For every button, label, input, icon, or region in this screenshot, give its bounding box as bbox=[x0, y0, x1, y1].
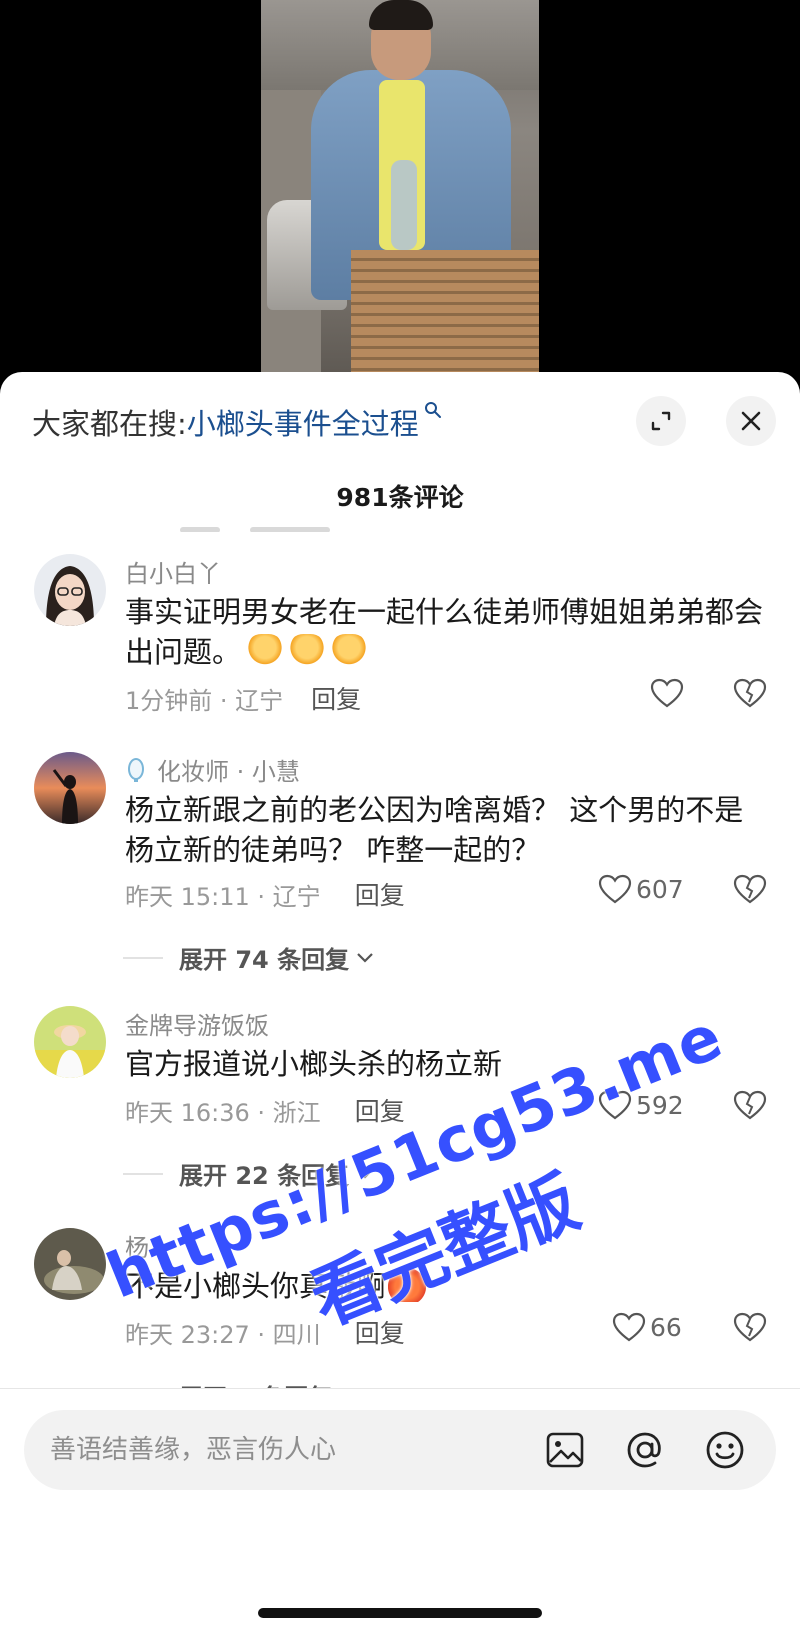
comment-username-text: 化妆师 · 小慧 bbox=[157, 758, 300, 786]
pray-emoji-icon bbox=[247, 634, 284, 668]
expand-divider bbox=[123, 956, 163, 959]
comment-time-location: 1分钟前 · 辽宁 bbox=[125, 686, 284, 715]
comment-meta: 1分钟前 · 辽宁 回复 bbox=[125, 680, 361, 716]
chevron-down-icon bbox=[357, 1168, 373, 1179]
video-bottle bbox=[391, 160, 417, 250]
home-indicator[interactable] bbox=[258, 1608, 542, 1618]
pray-emoji-icon bbox=[331, 634, 368, 668]
mirror-badge-icon bbox=[128, 757, 144, 782]
comment-body: 事实证明男女老在一起什么徒弟师傅姐姐弟弟都会出问题。 bbox=[125, 595, 764, 669]
like-button[interactable]: 592 bbox=[598, 1090, 684, 1120]
expand-replies-label: 展开 22 条回复 bbox=[179, 1162, 350, 1190]
comment-meta: 昨天 16:36 · 浙江 回复 bbox=[125, 1092, 405, 1128]
video-person-hair bbox=[369, 0, 433, 30]
expand-replies-button[interactable]: 展开 22 条回复 bbox=[123, 1156, 375, 1191]
broken-heart-icon[interactable] bbox=[733, 1312, 767, 1342]
comment-time-location: 昨天 16:36 · 浙江 bbox=[125, 1098, 321, 1127]
bottom-divider bbox=[0, 1388, 800, 1389]
comment-body: 不是小榔头你真敲啊 bbox=[125, 1269, 387, 1303]
broken-heart-icon[interactable] bbox=[733, 1090, 767, 1120]
comment-meta: 昨天 23:27 · 四川 回复 bbox=[125, 1314, 405, 1350]
expand-icon bbox=[651, 411, 671, 431]
like-button[interactable] bbox=[650, 678, 688, 708]
heart-icon bbox=[598, 874, 632, 904]
broken-heart-icon[interactable] bbox=[733, 678, 767, 708]
like-button[interactable]: 607 bbox=[598, 874, 684, 904]
fullscreen-button[interactable] bbox=[636, 396, 686, 446]
comment-username[interactable]: 金牌导游饭饭 bbox=[125, 1006, 269, 1041]
reply-button[interactable]: 回复 bbox=[311, 680, 361, 716]
broken-heart-icon[interactable] bbox=[733, 874, 767, 904]
expand-replies-label: 展开 74 条回复 bbox=[179, 946, 350, 974]
comment-meta: 昨天 15:11 · 辽宁 回复 bbox=[125, 876, 405, 912]
chevron-down-icon bbox=[357, 952, 373, 963]
heart-icon bbox=[650, 678, 684, 708]
reply-button[interactable]: 回复 bbox=[355, 1092, 405, 1128]
like-count: 66 bbox=[650, 1312, 682, 1342]
comment-text: 事实证明男女老在一起什么徒弟师傅姐姐弟弟都会出问题。 bbox=[125, 592, 765, 672]
mention-icon[interactable] bbox=[624, 1429, 666, 1471]
comment-text: 不是小榔头你真敲啊 bbox=[125, 1266, 765, 1306]
video-frame bbox=[261, 0, 539, 372]
comment-username[interactable]: 杨 bbox=[125, 1228, 149, 1263]
avatar[interactable] bbox=[34, 1228, 106, 1300]
comment-sheet: 大家都在搜: 小榔头事件全过程 981条评论 白小白丫 事实证明男女老在一起什么… bbox=[0, 372, 800, 1636]
expand-divider bbox=[123, 1172, 163, 1175]
emoji-icon[interactable] bbox=[704, 1429, 746, 1471]
comment-username[interactable]: 化妆师 · 小慧 bbox=[125, 752, 300, 787]
comment-count-title: 981条评论 bbox=[336, 483, 464, 512]
close-icon bbox=[741, 411, 761, 431]
pray-emoji-icon bbox=[289, 634, 326, 668]
scrolled-content-edge bbox=[180, 518, 380, 532]
comment-body: 官方报道说小榔头杀的杨立新 bbox=[125, 1047, 503, 1081]
comment-input[interactable]: 善语结善缘，恶言伤人心 bbox=[24, 1410, 776, 1490]
comment-username[interactable]: 白小白丫 bbox=[125, 554, 221, 589]
comment-body: 杨立新跟之前的老公因为啥离婚？ 这个男的不是杨立新的徒弟吗？ 咋整一起的？ bbox=[125, 793, 744, 867]
heart-icon bbox=[612, 1312, 646, 1342]
avatar[interactable] bbox=[34, 554, 106, 626]
avatar[interactable] bbox=[34, 752, 106, 824]
like-button[interactable]: 66 bbox=[612, 1312, 682, 1342]
reply-button[interactable]: 回复 bbox=[355, 1314, 405, 1350]
reply-button[interactable]: 回复 bbox=[355, 876, 405, 912]
comment-time-location: 昨天 15:11 · 辽宁 bbox=[125, 882, 321, 911]
heart-icon bbox=[598, 1090, 632, 1120]
video-cardboard-stack bbox=[351, 250, 539, 372]
search-suggestion[interactable]: 大家都在搜: 小榔头事件全过程 bbox=[32, 400, 443, 444]
like-count: 607 bbox=[636, 874, 684, 904]
expand-replies-button[interactable]: 展开 74 条回复 bbox=[123, 940, 375, 975]
close-button[interactable] bbox=[726, 396, 776, 446]
search-query-link[interactable]: 小榔头事件全过程 bbox=[187, 401, 419, 443]
face-emoji-icon bbox=[388, 1268, 427, 1302]
search-icon bbox=[424, 402, 441, 418]
search-prefix: 大家都在搜: bbox=[32, 407, 187, 441]
comment-time-location: 昨天 23:27 · 四川 bbox=[125, 1320, 321, 1349]
video-area[interactable] bbox=[0, 0, 800, 372]
image-icon[interactable] bbox=[544, 1429, 586, 1471]
like-count: 592 bbox=[636, 1090, 684, 1120]
avatar[interactable] bbox=[34, 1006, 106, 1078]
comment-input-placeholder: 善语结善缘，恶言伤人心 bbox=[50, 1435, 337, 1465]
